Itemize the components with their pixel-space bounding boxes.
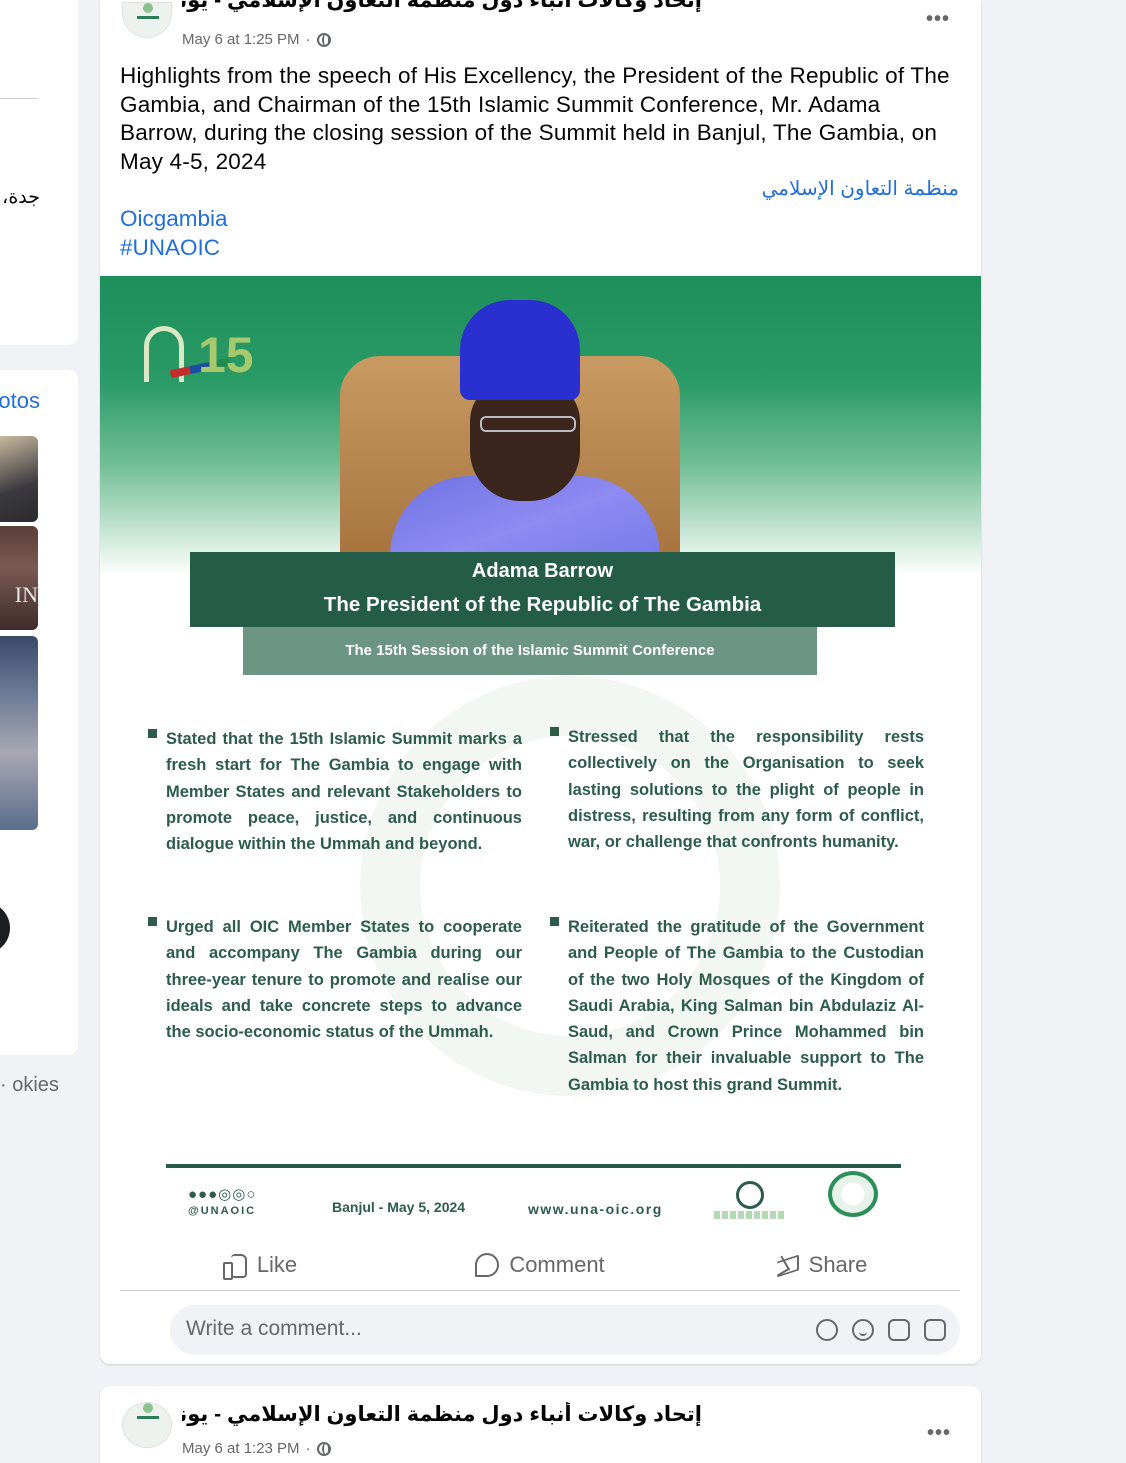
comment-placeholder: Write a comment... <box>186 1317 362 1340</box>
una-logo-icon <box>137 3 159 19</box>
photo-thumbnail[interactable] <box>0 436 38 522</box>
speaker-name: Adama Barrow <box>471 560 614 582</box>
gif-icon[interactable] <box>888 1319 910 1341</box>
comment-button[interactable]: Comment <box>400 1239 680 1290</box>
page-name[interactable]: إتحاد وكالات أنباء دول منظمة التعاون الإ… <box>182 0 702 12</box>
comment-input[interactable]: Write a comment... <box>170 1305 960 1355</box>
share-arrow-icon <box>773 1254 799 1276</box>
left-sidebar-column: جدة، ا otos IN okies · <box>0 0 80 1463</box>
arabic-page-link[interactable]: منظمة التعاون الإسلامي <box>762 176 959 201</box>
globe-icon <box>316 32 331 47</box>
speaker-title: The President of the Republic of The Gam… <box>323 593 762 616</box>
footer-website: www.una-oic.org <box>528 1201 663 1217</box>
avatar-partial[interactable] <box>0 902 10 954</box>
right-gutter <box>988 0 1126 1463</box>
comment-tools <box>816 1319 946 1341</box>
social-block: ●●●◎◎○ @UNAOIC <box>188 1185 256 1217</box>
like-label: Like <box>256 1251 298 1277</box>
page-avatar[interactable] <box>122 1402 172 1448</box>
highlight-bullet: Urged all OIC Member States to cooperate… <box>146 914 522 1045</box>
meta-separator: · <box>305 1440 311 1457</box>
image-footer: ●●●◎◎○ @UNAOIC Banjul - May 5, 2024 www.… <box>188 1171 908 1221</box>
post-image[interactable]: 15 Adama Barrow The President of the Rep… <box>100 276 981 1233</box>
post-timestamp[interactable]: May 6 at 1:25 PM <box>182 31 300 48</box>
sticker-icon[interactable] <box>924 1319 946 1341</box>
footer-rule <box>166 1164 901 1168</box>
summit-number: 15 <box>198 327 254 383</box>
photo-thumbnail[interactable] <box>0 636 38 830</box>
hashtag-link[interactable]: Oicgambia <box>120 205 228 234</box>
post-meta: May 6 at 1:23 PM · <box>182 1440 331 1457</box>
post-text: Highlights from the speech of His Excell… <box>120 63 950 174</box>
una-logo-icon <box>708 1181 788 1226</box>
share-button[interactable]: Share <box>680 1239 960 1290</box>
hashtags: Oicgambia #UNAOIC <box>120 205 228 262</box>
highlight-bullet: Stated that the 15th Islamic Summit mark… <box>146 726 522 857</box>
comment-bubble-icon <box>475 1252 500 1277</box>
portrait-cap <box>460 300 580 400</box>
page-avatar[interactable] <box>122 2 172 38</box>
footer-links[interactable]: okies · <box>0 1074 80 1097</box>
social-icons: ●●●◎◎○ <box>188 1186 257 1203</box>
post-action-bar: Like Comment Share <box>120 1239 960 1291</box>
name-banner: Adama Barrow The President of the Republ… <box>190 552 895 627</box>
post-meta: May 6 at 1:25 PM · <box>182 31 331 48</box>
thumbnail-text: IN <box>14 582 38 607</box>
portrait-glasses <box>480 416 576 432</box>
more-options-icon[interactable]: ••• <box>927 1422 951 1445</box>
globe-icon <box>316 1441 331 1456</box>
page-name[interactable]: إتحاد وكالات أنباء دول منظمة التعاون الإ… <box>182 1402 702 1430</box>
photos-card: otos IN <box>0 370 78 1055</box>
like-button[interactable]: Like <box>120 1239 400 1290</box>
left-info-card: جدة، ا <box>0 0 78 345</box>
session-banner: The 15th Session of the Islamic Summit C… <box>243 627 817 675</box>
footer-date: Banjul - May 5, 2024 <box>332 1199 466 1215</box>
avatar-sticker-icon[interactable] <box>816 1319 838 1341</box>
oic-logo-icon <box>828 1171 878 1217</box>
photo-thumbnail[interactable]: IN <box>0 526 38 630</box>
next-post-card: إتحاد وكالات أنباء دول منظمة التعاون الإ… <box>100 1386 981 1463</box>
highlight-bullet: Reiterated the gratitude of the Governme… <box>548 914 924 1098</box>
una-logo-icon <box>137 1403 159 1419</box>
social-handle: @UNAOIC <box>188 1205 257 1217</box>
share-label: Share <box>808 1251 868 1277</box>
portrait-photo <box>370 286 670 576</box>
intro-snippet: جدة، ا <box>0 187 40 208</box>
emoji-icon[interactable] <box>852 1319 874 1341</box>
comment-label: Comment <box>509 1251 605 1277</box>
post-card: إتحاد وكالات أنباء دول منظمة التعاون الإ… <box>100 0 981 1364</box>
thumbs-up-icon <box>222 1253 247 1280</box>
highlight-bullet: Stressed that the responsibility rests c… <box>548 724 924 855</box>
more-options-icon[interactable]: ••• <box>926 8 950 31</box>
hashtag-link[interactable]: #UNAOIC <box>120 234 228 263</box>
photos-link[interactable]: otos <box>0 388 40 414</box>
divider <box>0 98 38 99</box>
post-header: إتحاد وكالات أنباء دول منظمة التعاون الإ… <box>120 0 960 52</box>
meta-separator: · <box>305 31 311 48</box>
post-timestamp[interactable]: May 6 at 1:23 PM <box>182 1440 300 1457</box>
summit-logo: 15 <box>140 316 290 386</box>
